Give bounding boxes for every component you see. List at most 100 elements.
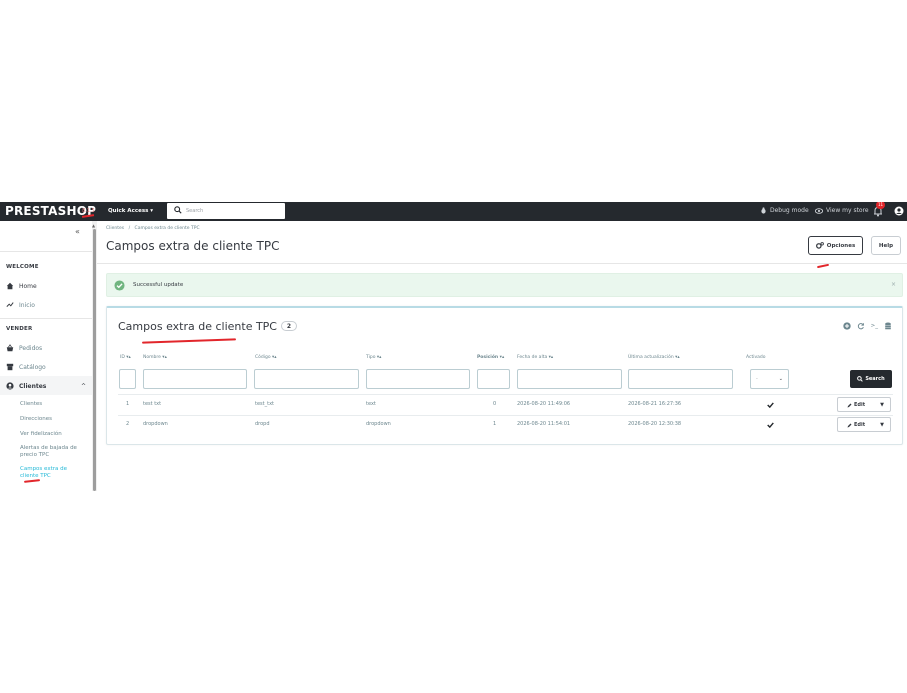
view-store-label: View my store: [826, 207, 869, 214]
success-alert: Successful update ×: [106, 273, 903, 297]
sidebar-item-pedidos[interactable]: Pedidos: [6, 344, 42, 352]
filter-fecha-alta-input[interactable]: [517, 369, 622, 389]
sidebar-item-catalogo[interactable]: Catálogo: [6, 363, 46, 371]
breadcrumb-clientes[interactable]: Clientes: [106, 226, 124, 231]
chevron-down-icon: ⌄: [778, 376, 783, 382]
refresh-icon[interactable]: [857, 322, 865, 330]
caret-down-icon[interactable]: ▼: [880, 422, 884, 428]
terminal-icon[interactable]: >_: [871, 323, 878, 329]
red-underline-opciones: [816, 263, 830, 268]
column-header-codigo[interactable]: Código ▾▴: [255, 355, 277, 360]
breadcrumb-separator: /: [128, 226, 131, 231]
view-store-link[interactable]: View my store: [815, 207, 869, 214]
column-header-tipo[interactable]: Tipo ▾▴: [366, 355, 381, 360]
edit-label: Edit: [854, 422, 866, 428]
chevron-up-icon: ^: [81, 383, 87, 390]
edit-button[interactable]: Edit ▼: [837, 417, 891, 432]
sidebar-item-clientes-label: Clientes: [19, 382, 47, 390]
pencil-icon: [847, 423, 852, 427]
search-icon: [174, 206, 182, 214]
cell-fecha-alta: 2026-08-20 11:49:06: [517, 401, 571, 407]
column-header-posicion[interactable]: Posición ▾▴: [477, 355, 504, 360]
collapse-sidebar-button[interactable]: «: [75, 227, 80, 236]
submenu-alertas-line2[interactable]: precio TPC: [20, 452, 49, 459]
database-icon[interactable]: [884, 322, 892, 330]
store-icon: [6, 363, 14, 371]
breadcrumb: Clientes / Campos extra de cliente TPC: [106, 226, 200, 231]
edit-button[interactable]: Edit ▼: [837, 397, 891, 412]
column-header-fecha-alta[interactable]: Fecha de alta ▾▴: [517, 355, 553, 360]
user-icon[interactable]: [894, 206, 904, 216]
home-icon: [6, 282, 14, 290]
section-welcome: WELCOME: [6, 264, 39, 270]
caret-down-icon[interactable]: ▼: [880, 402, 884, 408]
section-vender: VENDER: [6, 326, 33, 332]
filter-nombre-input[interactable]: [143, 369, 247, 389]
red-underline-submenu: [23, 479, 41, 483]
sidebar-divider: [0, 251, 92, 252]
debug-mode-link[interactable]: Debug mode: [760, 207, 809, 214]
filter-posicion-input[interactable]: [477, 369, 510, 389]
alert-message: Successful update: [133, 282, 184, 288]
opciones-label: Opciones: [826, 242, 856, 249]
check-icon[interactable]: [767, 402, 774, 408]
pencil-icon: [847, 403, 852, 407]
bug-icon: [761, 207, 766, 214]
breadcrumb-current[interactable]: Campos extra de cliente TPC: [135, 226, 200, 231]
top-bar: PRESTASHOP 8.1.5 Quick Access ▾ Search D…: [0, 202, 907, 221]
notifications-badge: 11: [876, 202, 885, 209]
cell-codigo: dropd: [255, 421, 270, 427]
sidebar-item-home[interactable]: Home: [6, 282, 37, 290]
cell-tipo: dropdown: [366, 421, 391, 427]
column-header-id[interactable]: ID ▾▴: [120, 355, 131, 360]
sidebar-divider: [0, 318, 92, 319]
column-header-nombre[interactable]: Nombre ▾▴: [143, 355, 167, 360]
cell-codigo: test_txt: [255, 401, 274, 407]
sidebar-item-inicio[interactable]: Inicio: [6, 301, 35, 309]
add-icon[interactable]: [842, 322, 851, 330]
filter-codigo-input[interactable]: [254, 369, 359, 389]
filter-activado-select[interactable]: - ⌄: [750, 369, 789, 389]
sidebar-scroll-thumb[interactable]: [93, 229, 96, 491]
red-underline-title: [142, 338, 236, 344]
close-icon[interactable]: ×: [891, 281, 896, 288]
cell-tipo: text: [366, 401, 376, 407]
submenu-alertas-line1[interactable]: Alertas de bajada de: [20, 445, 77, 452]
help-button[interactable]: Help: [871, 236, 901, 255]
check-circle-icon: [114, 280, 125, 291]
filter-ultima-input[interactable]: [628, 369, 733, 389]
column-header-activado: Activado: [746, 355, 766, 360]
scroll-up-arrow[interactable]: ▲: [92, 223, 95, 228]
account-icon: [6, 382, 14, 390]
sidebar-item-pedidos-label: Pedidos: [19, 344, 43, 352]
row-separator: [118, 415, 893, 416]
version-label: 8.1.5: [82, 208, 95, 214]
submenu-direcciones[interactable]: Direcciones: [20, 416, 52, 423]
cell-posicion: 1: [493, 421, 497, 427]
filter-activado-value: -: [756, 376, 758, 382]
edit-button-content: Edit: [847, 402, 865, 408]
basket-icon: [6, 344, 14, 352]
trending-icon: [6, 302, 14, 307]
sidebar-item-clientes[interactable]: Clientes: [6, 382, 46, 390]
column-header-ultima[interactable]: Última actualización ▾▴: [628, 355, 680, 360]
header-divider: [97, 263, 907, 264]
search-button[interactable]: Search: [850, 370, 892, 388]
filter-id-input[interactable]: [119, 369, 136, 389]
filter-tipo-input[interactable]: [366, 369, 470, 389]
submenu-campos-line1[interactable]: Campos extra de: [20, 466, 67, 473]
search-button-label: Search: [865, 376, 885, 382]
cell-id: 1: [126, 401, 130, 407]
submenu-clientes[interactable]: Clientes: [20, 401, 42, 408]
search-input[interactable]: [167, 203, 285, 219]
row-separator: [118, 394, 893, 395]
opciones-button[interactable]: Opciones: [808, 236, 863, 255]
app-window: PRESTASHOP 8.1.5 Quick Access ▾ Search D…: [0, 202, 907, 491]
search-placeholder: Search: [186, 208, 204, 214]
edit-button-content: Edit: [847, 422, 865, 428]
submenu-fidelizacion[interactable]: Ver fidelización: [20, 431, 62, 438]
edit-label: Edit: [854, 402, 866, 408]
cell-nombre: dropdown: [143, 421, 168, 427]
quick-access-menu[interactable]: Quick Access ▾: [108, 208, 153, 214]
check-icon[interactable]: [767, 422, 774, 428]
